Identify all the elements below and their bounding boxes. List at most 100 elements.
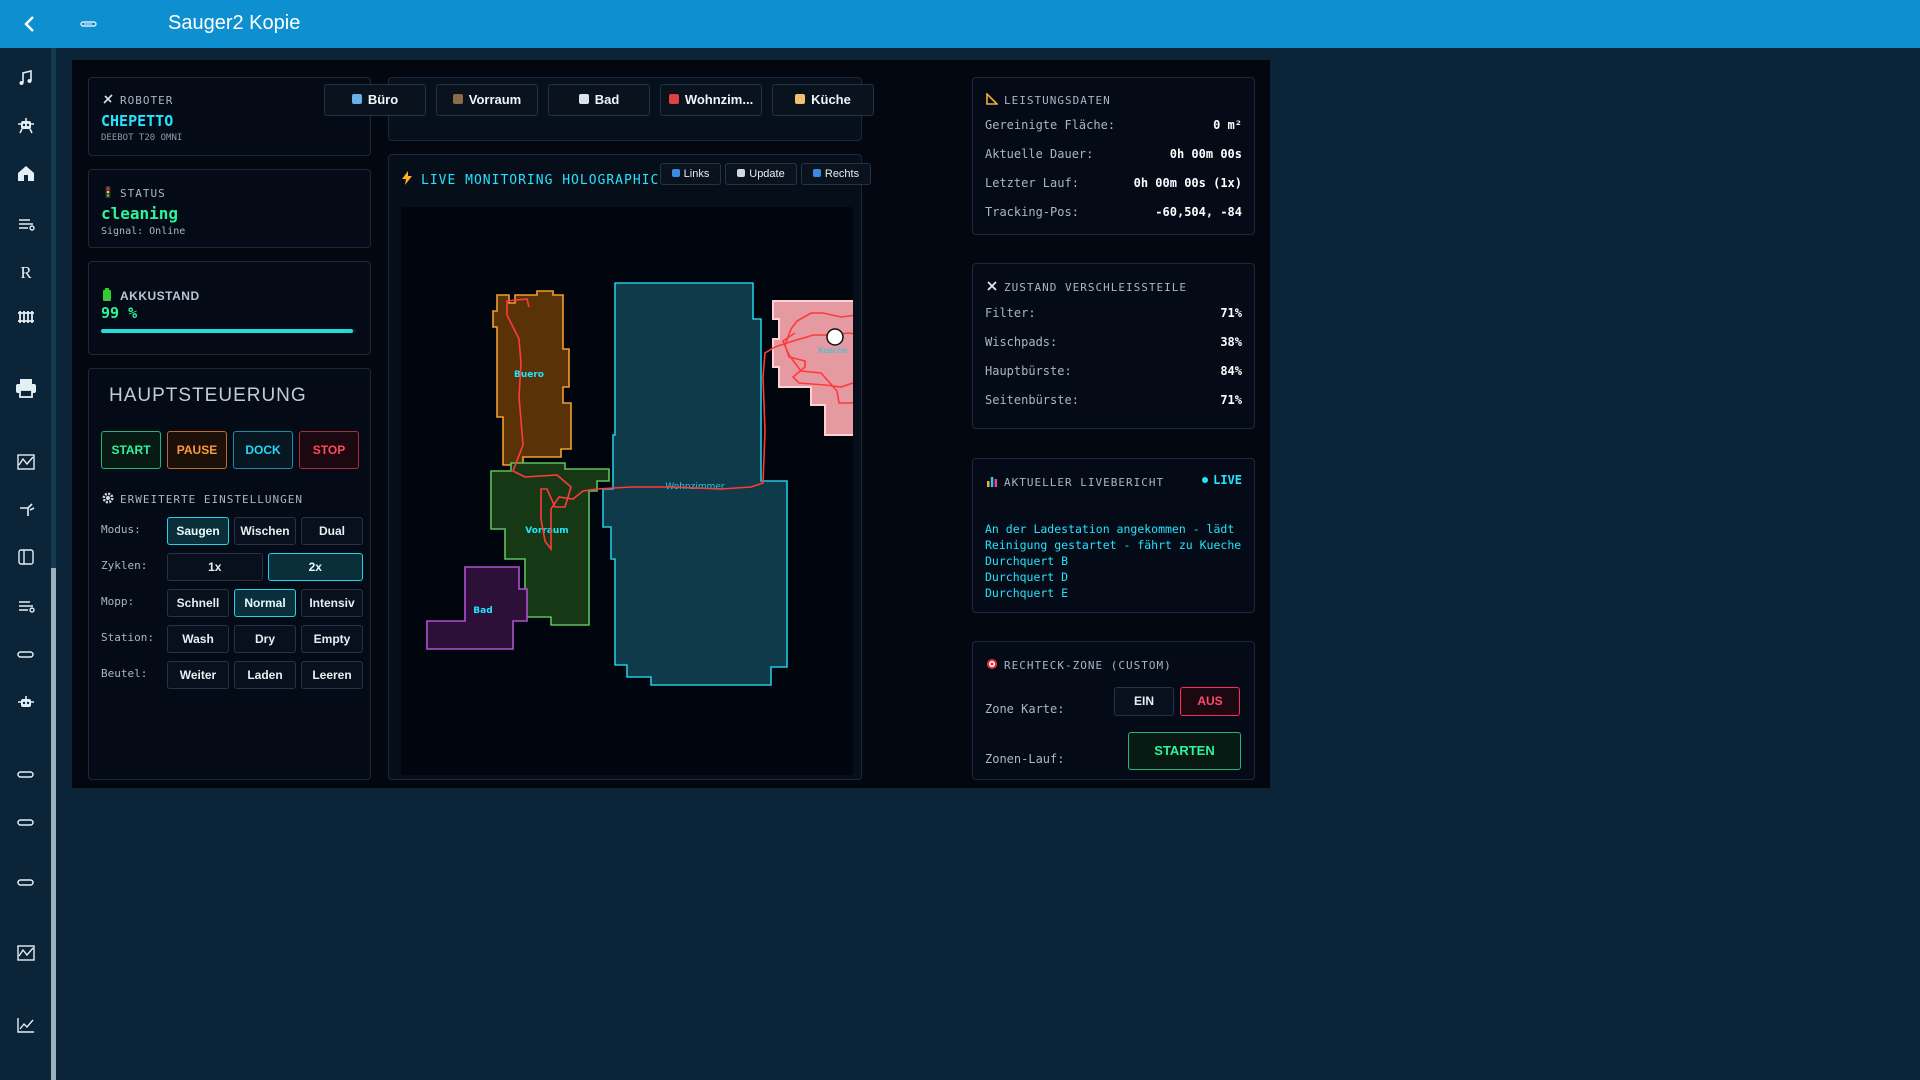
back-arrow-icon[interactable] [18,12,42,36]
target-icon [986,658,998,670]
performance-value: -60,504, -84 [1155,205,1242,219]
setting-option-button[interactable]: Laden [234,661,296,689]
setting-option-button[interactable]: Schnell [167,589,229,617]
setting-option-button[interactable]: Empty [301,625,363,653]
robot-model: DEEBOT T20 OMNI [101,133,183,143]
map-right-button[interactable]: Rechts [801,163,871,185]
setting-option-button[interactable]: Wischen [234,517,296,545]
performance-key: Aktuelle Dauer: [985,147,1094,161]
robot-name: CHEPETTO [101,112,174,130]
vacuum-icon[interactable] [12,214,40,240]
live-report-card: AKTUELLER LIVEBERICHT LIVE An der Ladest… [972,458,1255,613]
room-kueche[interactable] [772,300,890,436]
zone-off-button[interactable]: AUS [1180,687,1240,716]
zone-start-button[interactable]: STARTEN [1128,732,1241,770]
radiator-icon[interactable] [12,308,40,334]
stop-button[interactable]: STOP [299,431,359,469]
room-label-kueche: Kueche [818,346,847,355]
setting-option-button[interactable]: 2x [267,553,363,581]
live-report-line: Reinigung gestartet - fährt zu Kueche [985,538,1242,552]
rectangle-zone-card: RECHTECK-ZONE (CUSTOM) Zone Karte: EIN A… [972,641,1255,780]
advanced-settings-title: ERWEITERTE EINSTELLUNGEN [120,493,303,506]
room-tab[interactable]: Küche [772,84,874,116]
setting-option-button[interactable]: Weiter [167,661,229,689]
scrollbar-thumb[interactable] [51,568,56,1080]
chart-icon[interactable] [12,453,40,479]
robot-icon[interactable] [12,116,40,142]
setting-option-button[interactable]: Intensiv [301,589,363,617]
start-button[interactable]: START [101,431,161,469]
room-tab[interactable]: Büro [324,84,426,116]
room-tab-label: Küche [811,92,851,107]
top-app-bar: Sauger2 Kopie [0,0,1920,48]
live-report-title: AKTUELLER LIVEBERICHT [1004,476,1165,489]
vacuum-icon[interactable] [12,764,40,790]
performance-key: Gereinigte Fläche: [985,118,1116,132]
performance-value: 0h 00m 00s (1x) [1133,176,1242,190]
room-tab[interactable]: Wohnzim... [660,84,762,116]
robot-cleaner-icon[interactable] [12,644,40,670]
map-left-button[interactable]: Links [660,163,721,185]
sofa-icon [668,94,679,104]
setting-option-button[interactable]: Dual [301,517,363,545]
wear-row: Hauptbürste: 84% [985,364,1242,384]
wear-row: Wischpads: 38% [985,335,1242,355]
room-tab-label: Wohnzim... [684,92,754,107]
wear-value: 38% [1220,335,1242,349]
panel-icon[interactable] [12,548,40,574]
zone-on-button[interactable]: EIN [1114,687,1174,716]
main-control-title: HAUPTSTEUERUNG [109,385,307,406]
performance-value: 0h 00m 00s [1169,147,1242,161]
map-update-button[interactable]: Update [725,163,797,185]
map-canvas[interactable]: Buero Vorraum Bad Wohnzimmer Kueche [401,207,890,775]
setting-label: Station: [101,631,154,644]
home-icon[interactable] [12,164,40,190]
printer-icon[interactable] [12,378,40,404]
setting-option-button[interactable]: Dry [234,625,296,653]
sidebar-scrollbar[interactable] [51,48,56,1080]
wear-key: Wischpads: [985,335,1058,349]
line-chart-icon[interactable] [12,1016,40,1042]
vacuum-icon[interactable] [12,872,40,898]
performance-card: LEISTUNGSDATEN Gereinigte Fläche: 0 m² Akt… [972,77,1255,235]
vacuum-icon[interactable] [12,812,40,838]
pause-button[interactable]: PAUSE [167,431,227,469]
dock-button[interactable]: DOCK [233,431,293,469]
door-icon [452,94,463,104]
setting-option-button[interactable]: Leeren [301,661,363,689]
wear-row: Filter: 71% [985,306,1242,326]
live-report-line: An der Ladestation angekommen - lädt [985,522,1235,536]
setting-option-button[interactable]: Wash [167,625,229,653]
robot-icon[interactable] [12,694,40,720]
zone-map-label: Zone Karte: [985,702,1065,716]
setting-label: Modus: [101,523,141,536]
robot-position-marker [826,328,844,346]
performance-row: Gereinigte Fläche: 0 m² [985,118,1242,138]
setting-label: Zyklen: [101,559,148,572]
holographic-map[interactable]: Buero Vorraum Bad Wohnzimmer Kueche [401,207,890,775]
setting-option-button[interactable]: 1x [167,553,263,581]
setting-option-button[interactable]: Saugen [167,517,229,545]
main-control-card: HAUPTSTEUERUNG START PAUSE DOCK STOP ERW… [88,368,371,780]
battery-value: 99 % [101,304,138,322]
sidebar: R [0,48,56,1080]
vacuum-icon[interactable] [12,596,40,622]
room-tab-label: Vorraum [468,92,522,107]
vacuum-icon [80,16,98,30]
battery-bar-fill [101,329,354,333]
sprinkler-icon[interactable] [12,500,40,526]
r-letter-icon[interactable]: R [12,260,40,286]
setting-option-button[interactable]: Normal [234,589,296,617]
battery-card: AKKUSTAND 99 % [88,261,371,355]
music-icon[interactable] [12,69,40,95]
wear-key: Seitenbürste: [985,393,1079,407]
performance-title: LEISTUNGSDATEN [1004,94,1111,107]
chart-icon[interactable] [12,944,40,970]
room-tab[interactable]: Bad [548,84,650,116]
wear-parts-card: ZUSTAND VERSCHLEISSTEILE Filter: 71% Wisch… [972,263,1255,429]
battery-icon [102,288,114,301]
refresh-icon [812,169,821,177]
room-tab[interactable]: Vorraum [436,84,538,116]
performance-value: 0 m² [1213,118,1242,132]
zone-run-label: Zonen-Lauf: [985,752,1065,766]
